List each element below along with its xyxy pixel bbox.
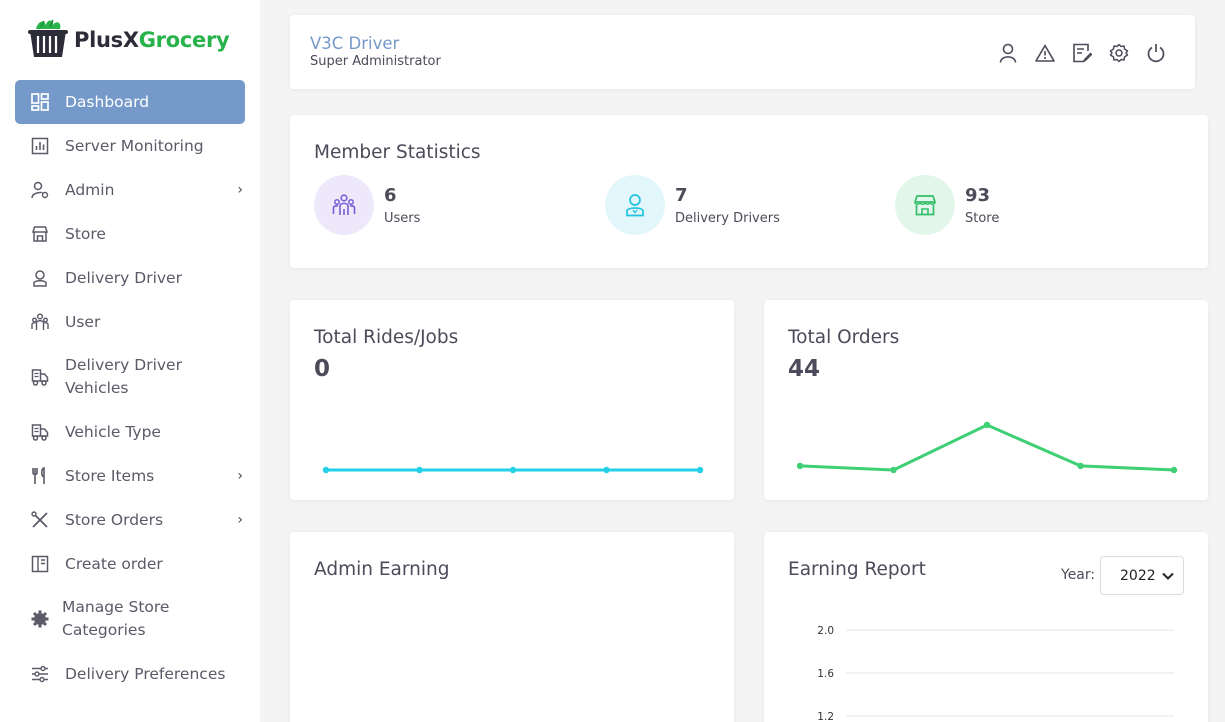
stat-store: 93 Store bbox=[895, 175, 999, 235]
gear-solid-icon bbox=[31, 610, 49, 628]
orders-series-line bbox=[799, 423, 1175, 472]
sidebar-item-user[interactable]: User bbox=[15, 300, 245, 344]
truck-icon bbox=[31, 423, 49, 441]
sidebar-item-manage-store-categories[interactable]: Manage Store Categories bbox=[15, 586, 245, 652]
users-icon bbox=[314, 175, 374, 235]
sidebar-item-label: Delivery Driver bbox=[65, 268, 182, 287]
admin-earning-card: Admin Earning bbox=[290, 532, 734, 722]
sidebar-item-label: User bbox=[65, 312, 101, 331]
member-statistics-title: Member Statistics bbox=[314, 142, 481, 163]
rides-point-3 bbox=[603, 466, 610, 474]
total-rides-chart bbox=[322, 466, 704, 474]
sidebar-item-store-orders[interactable]: Store Orders › bbox=[15, 498, 245, 542]
total-orders-card: Total Orders 44 bbox=[764, 300, 1208, 500]
power-icon[interactable] bbox=[1145, 42, 1167, 64]
sidebar-item-label: Create order bbox=[65, 554, 163, 573]
earning-y-tick-1: 1.6 bbox=[817, 668, 834, 680]
store-icon bbox=[895, 175, 955, 235]
stat-users-label: Users bbox=[384, 210, 421, 226]
earning-y-tick-2: 1.2 bbox=[817, 711, 834, 722]
stat-delivery-drivers: 7 Delivery Drivers bbox=[605, 175, 780, 235]
orders-point-4 bbox=[1170, 466, 1178, 474]
total-orders-chart bbox=[796, 421, 1178, 474]
sidebar-item-delivery-preferences[interactable]: Delivery Preferences bbox=[15, 652, 245, 696]
total-rides-card: Total Rides/Jobs 0 bbox=[290, 300, 734, 500]
users-icon bbox=[31, 313, 49, 331]
brand-name-part1: PlusX bbox=[74, 28, 139, 52]
chevron-right-icon: › bbox=[237, 182, 243, 198]
sliders-icon bbox=[31, 665, 49, 683]
alert-icon[interactable] bbox=[1034, 42, 1056, 64]
stat-drivers-label: Delivery Drivers bbox=[675, 210, 780, 226]
stat-drivers-value: 7 bbox=[675, 184, 688, 206]
chevron-right-icon: › bbox=[237, 512, 243, 528]
top-header: V3C Driver Super Administrator bbox=[290, 15, 1195, 89]
orders-point-2 bbox=[983, 421, 991, 429]
profile-icon[interactable] bbox=[997, 42, 1019, 64]
utensils-icon bbox=[31, 467, 49, 485]
rides-point-2 bbox=[509, 466, 517, 474]
chart-icon bbox=[31, 137, 49, 155]
sidebar-item-store-items[interactable]: Store Items › bbox=[15, 454, 245, 498]
driver-icon bbox=[31, 269, 49, 287]
orders-point-1 bbox=[890, 466, 897, 474]
earning-report-chart: 2.0 1.6 1.2 bbox=[817, 625, 1174, 722]
stat-store-value: 93 bbox=[965, 184, 991, 206]
sidebar-item-label: Admin bbox=[65, 180, 115, 199]
sidebar-item-label: Store Orders bbox=[65, 510, 164, 529]
stat-store-label: Store bbox=[965, 210, 1000, 226]
tools-icon bbox=[31, 511, 49, 529]
sidebar-item-label: Delivery Preferences bbox=[65, 664, 226, 683]
sidebar-item-label-line1: Manage Store bbox=[62, 598, 170, 616]
order-form-icon bbox=[31, 555, 49, 573]
earning-report-card: Earning Report Year: 2022 2.0 1.6 1.2 bbox=[764, 532, 1208, 722]
stat-users-value: 6 bbox=[384, 184, 397, 206]
driver-icon bbox=[605, 175, 665, 235]
store-icon bbox=[31, 225, 49, 243]
sidebar-item-label-line2: Categories bbox=[62, 621, 146, 639]
brand-name-part2: Grocery bbox=[138, 28, 230, 52]
sidebar-item-label: Store bbox=[65, 224, 106, 243]
earning-y-tick-0: 2.0 bbox=[817, 625, 834, 637]
sidebar-item-delivery-driver-vehicles[interactable]: Delivery Driver Vehicles bbox=[15, 344, 245, 410]
brand-logo[interactable]: PlusXGrocery bbox=[28, 17, 230, 63]
profile-name[interactable]: V3C Driver bbox=[310, 34, 399, 53]
sidebar-nav: Dashboard Server Monitoring Admin › Stor… bbox=[15, 80, 245, 696]
member-statistics-card: Member Statistics 6 Users 7 Delivery Dri… bbox=[290, 115, 1208, 268]
sidebar-item-label: Server Monitoring bbox=[65, 136, 204, 155]
truck-icon bbox=[31, 368, 49, 386]
rides-point-4 bbox=[696, 466, 704, 474]
orders-point-3 bbox=[1077, 462, 1084, 470]
chevron-right-icon: › bbox=[237, 468, 243, 484]
sidebar-item-dashboard[interactable]: Dashboard bbox=[15, 80, 245, 124]
sidebar-item-label: Store Items bbox=[65, 466, 155, 485]
orders-point-0 bbox=[796, 462, 804, 470]
rides-point-1 bbox=[416, 466, 423, 474]
settings-icon[interactable] bbox=[1108, 42, 1130, 64]
profile-role: Super Administrator bbox=[310, 54, 441, 69]
admin-earning-title: Admin Earning bbox=[314, 559, 450, 580]
sidebar-item-label: Dashboard bbox=[65, 92, 150, 111]
sidebar-item-admin[interactable]: Admin › bbox=[15, 168, 245, 212]
rides-point-0 bbox=[322, 466, 330, 474]
sidebar-item-vehicle-type[interactable]: Vehicle Type bbox=[15, 410, 245, 454]
sidebar-item-store[interactable]: Store bbox=[15, 212, 245, 256]
edit-icon[interactable] bbox=[1071, 42, 1093, 64]
header-actions bbox=[997, 42, 1167, 64]
sidebar-item-delivery-driver[interactable]: Delivery Driver bbox=[15, 256, 245, 300]
sidebar-item-create-order[interactable]: Create order bbox=[15, 542, 245, 586]
sidebar-item-label-line1: Delivery Driver bbox=[65, 356, 182, 374]
dashboard-icon bbox=[31, 93, 49, 111]
basket-icon bbox=[28, 17, 68, 63]
sidebar-item-server-monitoring[interactable]: Server Monitoring bbox=[15, 124, 245, 168]
sidebar-item-label: Vehicle Type bbox=[65, 422, 161, 441]
user-gear-icon bbox=[31, 181, 49, 199]
sidebar: PlusXGrocery Dashboard Server Monitoring… bbox=[0, 0, 260, 722]
sidebar-item-label-line2: Vehicles bbox=[65, 379, 129, 397]
stat-users: 6 Users bbox=[314, 175, 420, 235]
